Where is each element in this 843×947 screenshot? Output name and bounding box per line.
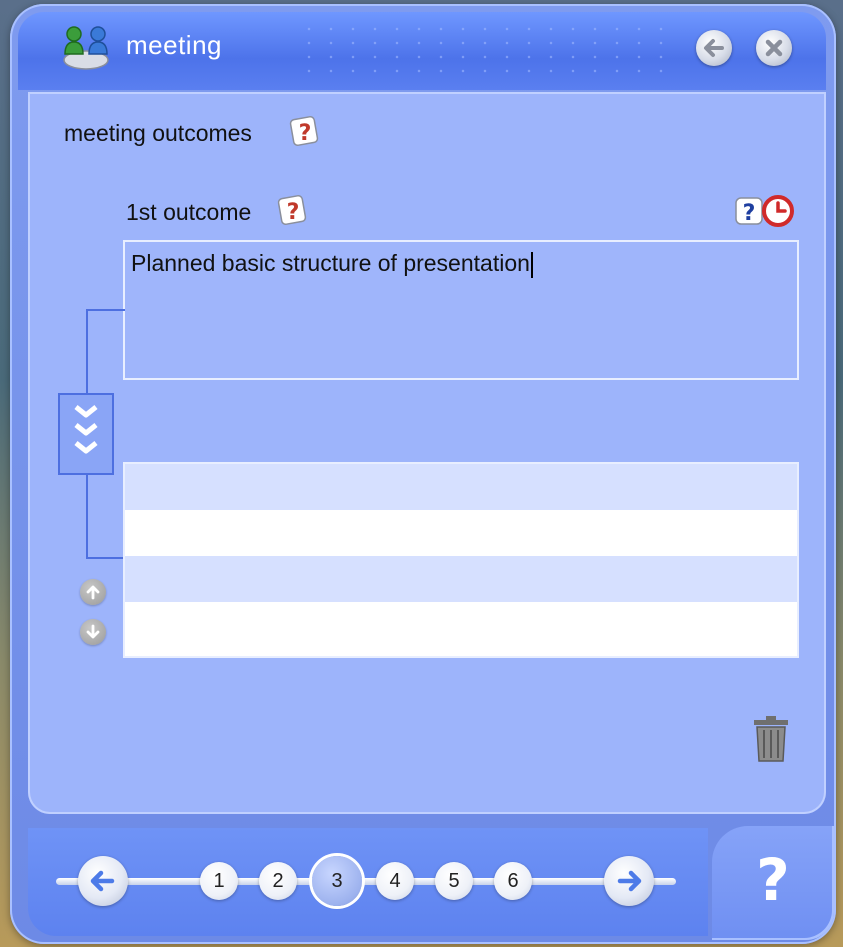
arrow-left-icon xyxy=(90,870,115,892)
svg-text:?: ? xyxy=(287,200,300,225)
help-clock-icon[interactable]: ? xyxy=(732,193,800,229)
help-card-icon[interactable]: ? xyxy=(288,114,322,148)
list-item[interactable] xyxy=(125,556,797,602)
arrow-down-icon xyxy=(86,624,100,639)
page-5-button[interactable]: 5 xyxy=(435,862,473,900)
help-label: ? xyxy=(756,846,790,914)
page-2-button[interactable]: 2 xyxy=(259,862,297,900)
triple-chevron-down-icon xyxy=(74,405,98,454)
back-button[interactable] xyxy=(696,30,732,66)
outcome-text-value: Planned basic structure of presentation xyxy=(131,250,530,276)
move-down-button[interactable] xyxy=(80,619,106,645)
tree-connector-top xyxy=(86,309,125,395)
list-item[interactable] xyxy=(125,510,797,556)
arrow-right-icon xyxy=(617,870,642,892)
help-button[interactable]: ? xyxy=(712,826,834,940)
text-caret xyxy=(530,251,533,278)
arrow-left-icon xyxy=(704,39,724,57)
page-4-button[interactable]: 4 xyxy=(376,862,414,900)
svg-text:?: ? xyxy=(299,121,312,146)
page-3-button[interactable]: 3 xyxy=(312,856,362,906)
close-button[interactable] xyxy=(756,30,792,66)
people-icon xyxy=(63,26,109,70)
meeting-window: meeting meeting outcomes ? 1st outcome ?… xyxy=(0,0,843,947)
title-bar-pattern xyxy=(298,22,678,82)
close-icon xyxy=(765,39,783,57)
list-item[interactable] xyxy=(125,602,797,648)
move-up-button[interactable] xyxy=(80,579,106,605)
arrow-up-icon xyxy=(86,585,100,600)
outcome-label: 1st outcome xyxy=(126,199,252,225)
page-1-button[interactable]: 1 xyxy=(200,862,238,900)
list-item[interactable] xyxy=(125,464,797,510)
page-6-button[interactable]: 6 xyxy=(494,862,532,900)
tree-connector-bottom xyxy=(86,475,125,559)
prev-page-button[interactable] xyxy=(78,856,128,906)
help-card-icon[interactable]: ? xyxy=(276,193,310,227)
trash-icon[interactable] xyxy=(752,716,790,762)
window-title: meeting xyxy=(126,30,222,60)
expand-button[interactable] xyxy=(58,393,114,475)
outcome-text-field[interactable]: Planned basic structure of presentation xyxy=(123,240,799,380)
pager-track xyxy=(56,878,676,885)
section-label: meeting outcomes xyxy=(64,120,252,146)
outcome-list[interactable] xyxy=(123,462,799,658)
svg-text:?: ? xyxy=(743,201,756,226)
next-page-button[interactable] xyxy=(604,856,654,906)
